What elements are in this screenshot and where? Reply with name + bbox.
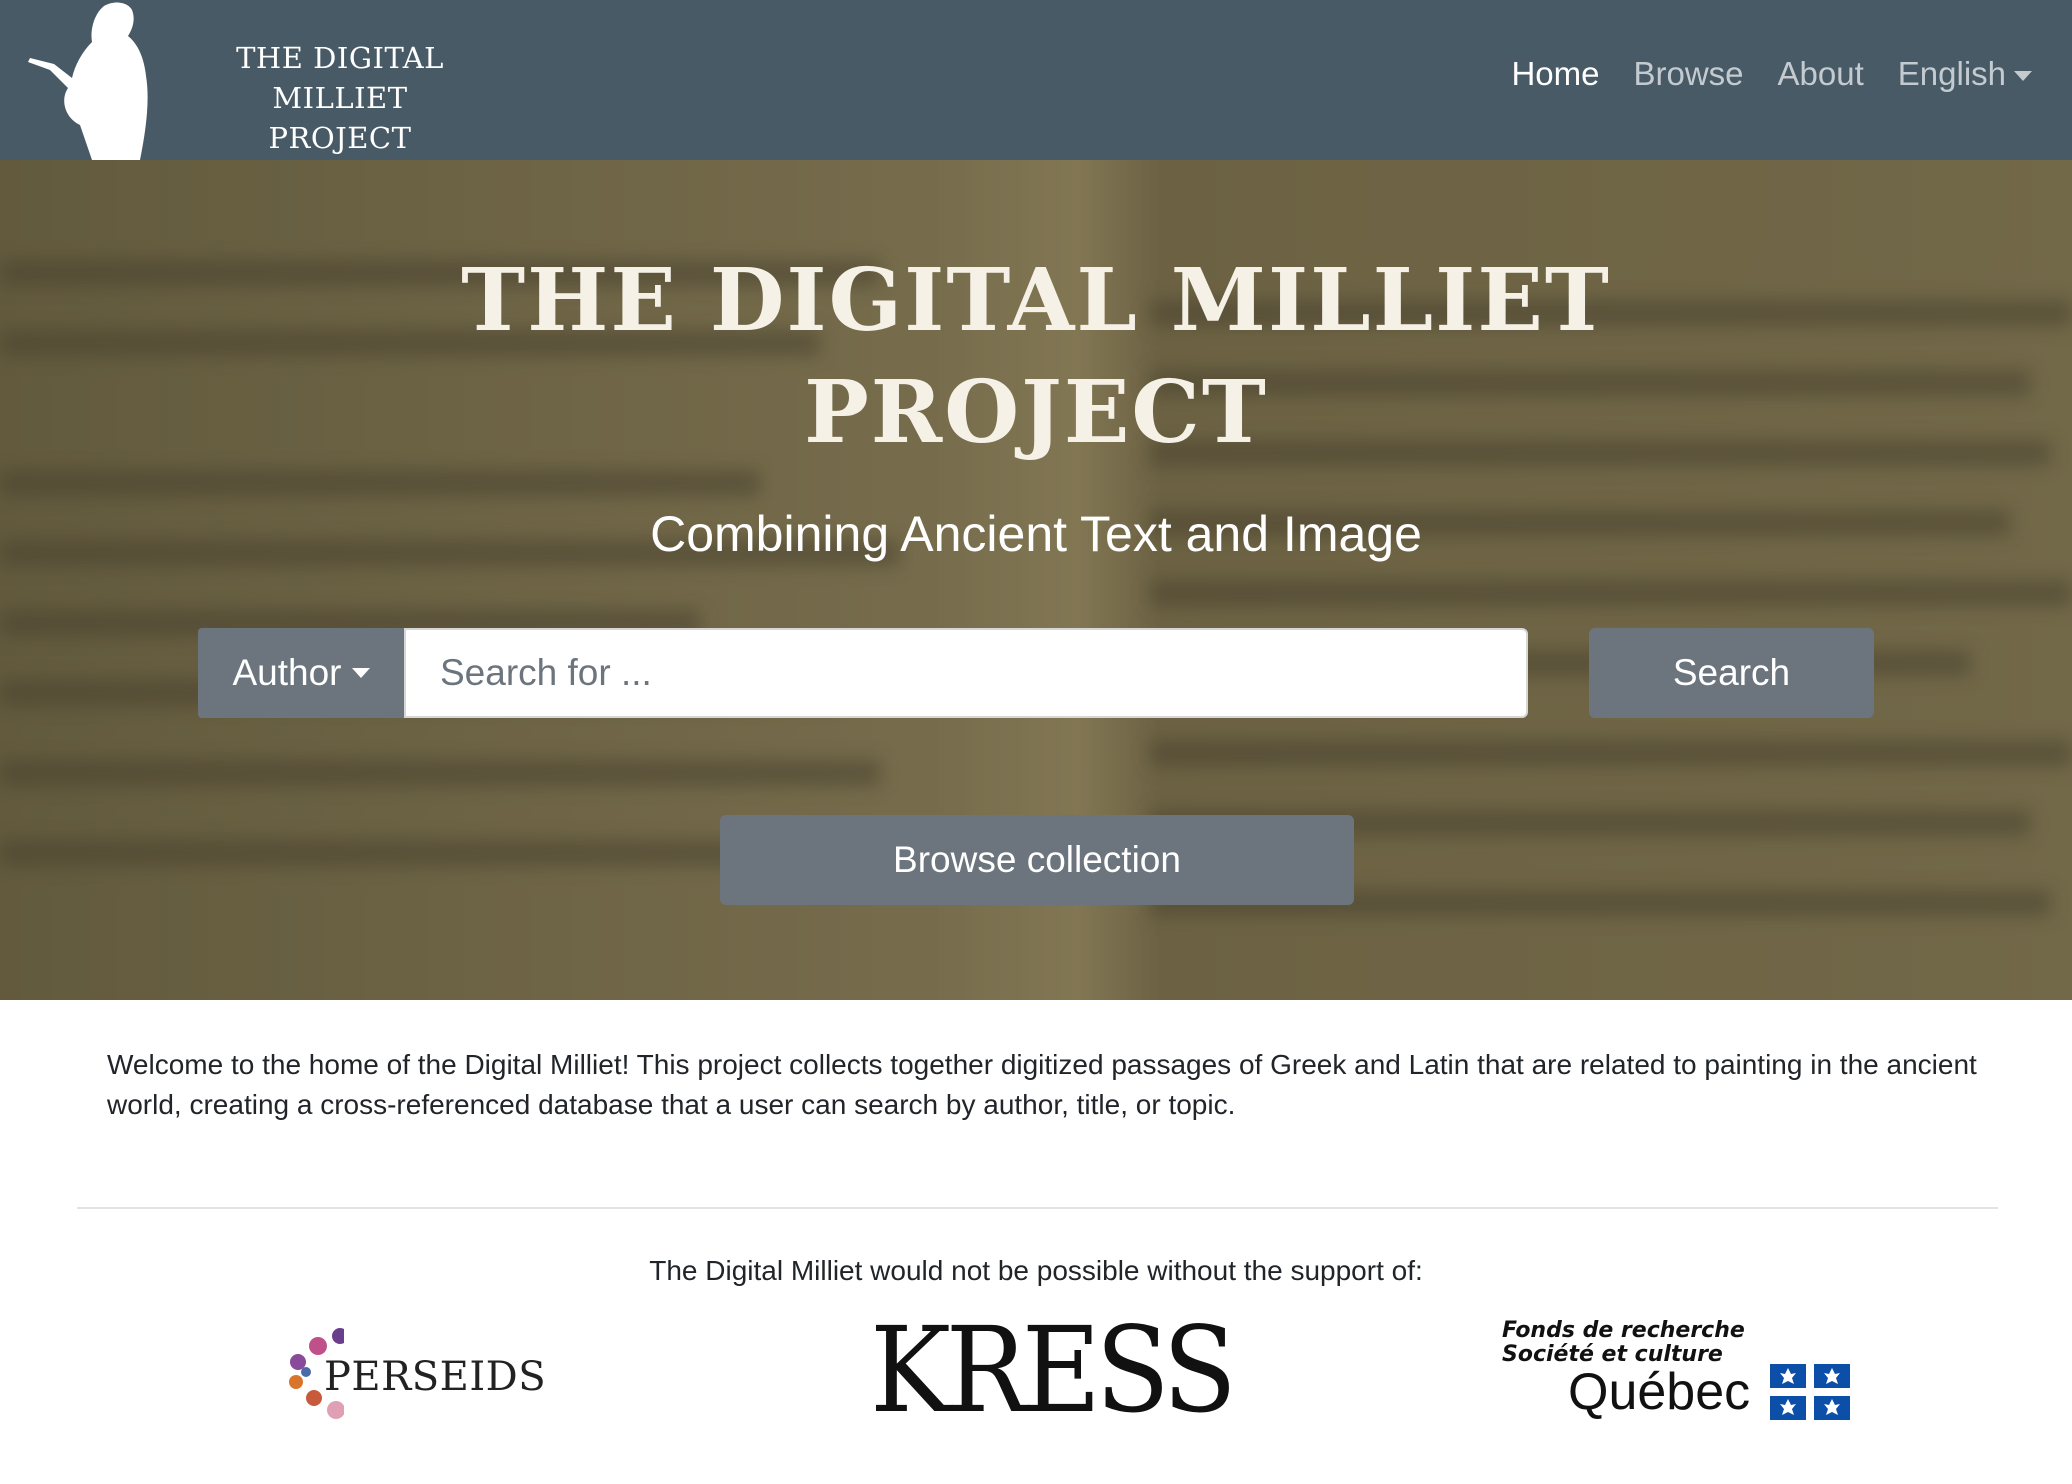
search-bar: Author Search [198,628,1874,718]
language-dropdown[interactable]: English [1898,55,2032,93]
nav-about-link[interactable]: About [1778,55,1864,93]
nav-home-link[interactable]: Home [1511,55,1599,93]
logo-text: THE DIGITAL MILLIET PROJECT [170,38,510,158]
frq-quebec-logo[interactable]: Fonds de recherche Société et culture Qu… [1498,1318,1858,1438]
frq-line-1: Fonds de recherche [1502,1318,1745,1343]
hero-title-line-1: THE DIGITAL MILLIET [461,250,1611,351]
chevron-down-icon [351,668,370,678]
perseids-text: PERSEIDS [324,1354,547,1400]
top-navbar: THE DIGITAL MILLIET PROJECT Home Browse … [0,0,2072,160]
kress-logo[interactable]: KRESS [870,1310,1237,1430]
chevron-down-icon [2014,71,2032,82]
support-heading: The Digital Milliet would not be possibl… [649,1255,1423,1286]
welcome-paragraph: Welcome to the home of the Digital Milli… [107,1049,1977,1120]
frq-quebec-text: Québec [1568,1363,1751,1421]
nav-links: Home Browse About English [1477,55,2032,93]
search-field-label: Author [232,652,342,693]
quebec-flag-icon [1770,1364,1850,1420]
search-button[interactable]: Search [1589,628,1874,718]
search-input[interactable] [404,628,1528,718]
hero-banner: THE DIGITAL MILLIET PROJECT Combining An… [0,160,2072,1000]
hero-subtitle: Combining Ancient Text and Image [650,506,1422,562]
section-divider [77,1207,1998,1209]
language-label: English [1897,55,2006,92]
logo-line-2: PROJECT [268,121,412,155]
nav-browse-link[interactable]: Browse [1633,55,1743,93]
perseids-logo[interactable]: PERSEIDS [284,1318,546,1428]
site-logo[interactable]: THE DIGITAL MILLIET PROJECT [20,0,500,160]
logo-line-1: THE DIGITAL MILLIET [236,41,444,115]
painter-silhouette-icon [28,2,148,160]
hero-title-line-2: PROJECT [804,362,1268,463]
hero-title: THE DIGITAL MILLIET PROJECT [0,245,2072,469]
search-field-dropdown[interactable]: Author [198,628,404,718]
browse-collection-button[interactable]: Browse collection [720,815,1354,905]
